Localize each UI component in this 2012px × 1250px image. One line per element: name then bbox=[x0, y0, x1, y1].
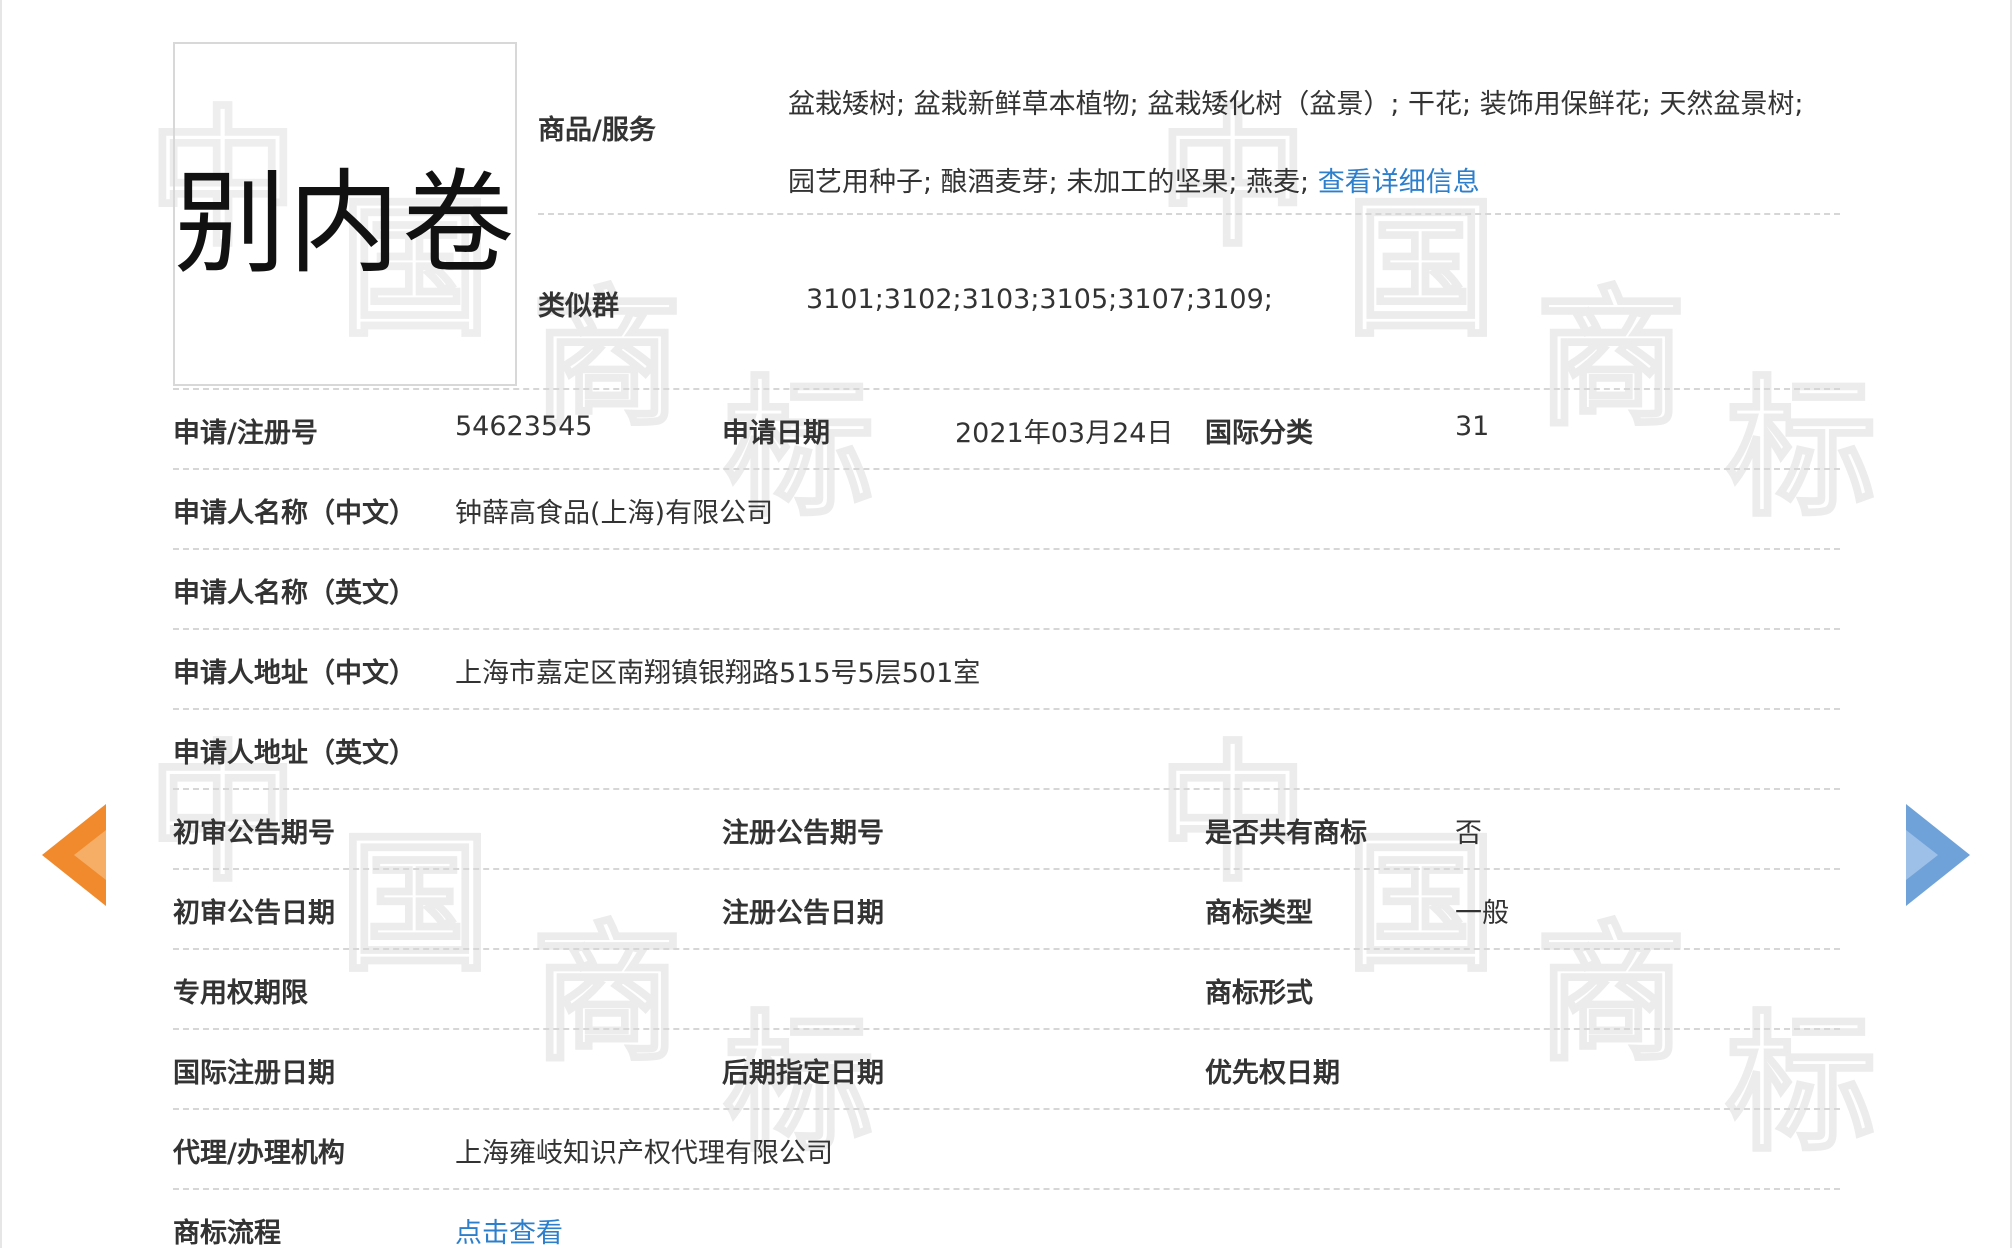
goods-services-list: 盆栽矮树; 盆栽新鲜草本植物; 盆栽矮化树（盆景）; 干花; 装饰用保鲜花; 天… bbox=[788, 66, 1848, 222]
address-cn-value: 上海市嘉定区南翔镇银翔路515号5层501室 bbox=[455, 658, 981, 689]
trademark-image: 别内卷 bbox=[173, 42, 517, 386]
prelim-issue-label: 初审公告期号 bbox=[173, 818, 335, 849]
reg-issue-label: 注册公告期号 bbox=[722, 818, 884, 849]
divider bbox=[173, 1028, 1840, 1030]
divider bbox=[173, 948, 1840, 950]
process-link[interactable]: 点击查看 bbox=[455, 1211, 563, 1250]
intl-reg-date-label: 国际注册日期 bbox=[173, 1058, 335, 1089]
address-en-label: 申请人地址（英文） bbox=[173, 738, 416, 769]
goods-line-2-text: 园艺用种子; 酿酒麦芽; 未加工的坚果; 燕麦; bbox=[788, 167, 1310, 198]
address-cn-label: 申请人地址（中文） bbox=[173, 658, 416, 689]
app-date-label: 申请日期 bbox=[722, 418, 830, 449]
intl-class-label: 国际分类 bbox=[1205, 418, 1313, 449]
arrow-right-icon bbox=[1906, 804, 1970, 906]
trademark-name: 别内卷 bbox=[174, 159, 516, 289]
divider bbox=[173, 708, 1840, 710]
prelim-date-label: 初审公告日期 bbox=[173, 898, 335, 929]
later-designation-label: 后期指定日期 bbox=[722, 1058, 884, 1089]
agent-value: 上海雍岐知识产权代理有限公司 bbox=[455, 1138, 833, 1169]
divider bbox=[173, 388, 1840, 390]
similar-group-value: 3101;3102;3103;3105;3107;3109; bbox=[806, 284, 1273, 315]
priority-date-label: 优先权日期 bbox=[1205, 1058, 1340, 1089]
app-date-value: 2021年03月24日 bbox=[955, 418, 1174, 449]
reg-no-label: 申请/注册号 bbox=[173, 418, 318, 449]
view-details-link[interactable]: 查看详细信息 bbox=[1318, 167, 1480, 198]
similar-group-label: 类似群 bbox=[538, 291, 619, 322]
divider bbox=[173, 1108, 1840, 1110]
reg-no-value: 54623545 bbox=[455, 411, 593, 442]
divider bbox=[538, 213, 1840, 215]
shared-mark-value: 否 bbox=[1455, 818, 1482, 849]
divider bbox=[173, 468, 1840, 470]
divider bbox=[173, 788, 1840, 790]
reg-date-label: 注册公告日期 bbox=[722, 898, 884, 929]
next-button[interactable] bbox=[1902, 800, 1972, 910]
mark-type-label: 商标类型 bbox=[1205, 898, 1313, 929]
applicant-cn-label: 申请人名称（中文） bbox=[173, 498, 416, 529]
goods-line-2: 园艺用种子; 酿酒麦芽; 未加工的坚果; 燕麦; 查看详细信息 bbox=[788, 144, 1848, 222]
divider bbox=[173, 1188, 1840, 1190]
exclusive-period-label: 专用权期限 bbox=[173, 978, 308, 1009]
applicant-cn-value: 钟薛高食品(上海)有限公司 bbox=[455, 498, 774, 529]
mark-type-value: 一般 bbox=[1455, 898, 1509, 929]
goods-line-1: 盆栽矮树; 盆栽新鲜草本植物; 盆栽矮化树（盆景）; 干花; 装饰用保鲜花; 天… bbox=[788, 89, 1804, 120]
intl-class-value: 31 bbox=[1455, 411, 1490, 442]
divider bbox=[173, 548, 1840, 550]
arrow-left-icon bbox=[42, 804, 106, 906]
agent-label: 代理/办理机构 bbox=[173, 1138, 345, 1169]
applicant-en-label: 申请人名称（英文） bbox=[173, 578, 416, 609]
mark-form-label: 商标形式 bbox=[1205, 978, 1313, 1009]
divider bbox=[173, 628, 1840, 630]
goods-services-label: 商品/服务 bbox=[538, 115, 656, 146]
prev-button[interactable] bbox=[40, 800, 110, 910]
divider bbox=[173, 868, 1840, 870]
shared-mark-label: 是否共有商标 bbox=[1205, 818, 1367, 849]
process-label: 商标流程 bbox=[173, 1218, 281, 1249]
